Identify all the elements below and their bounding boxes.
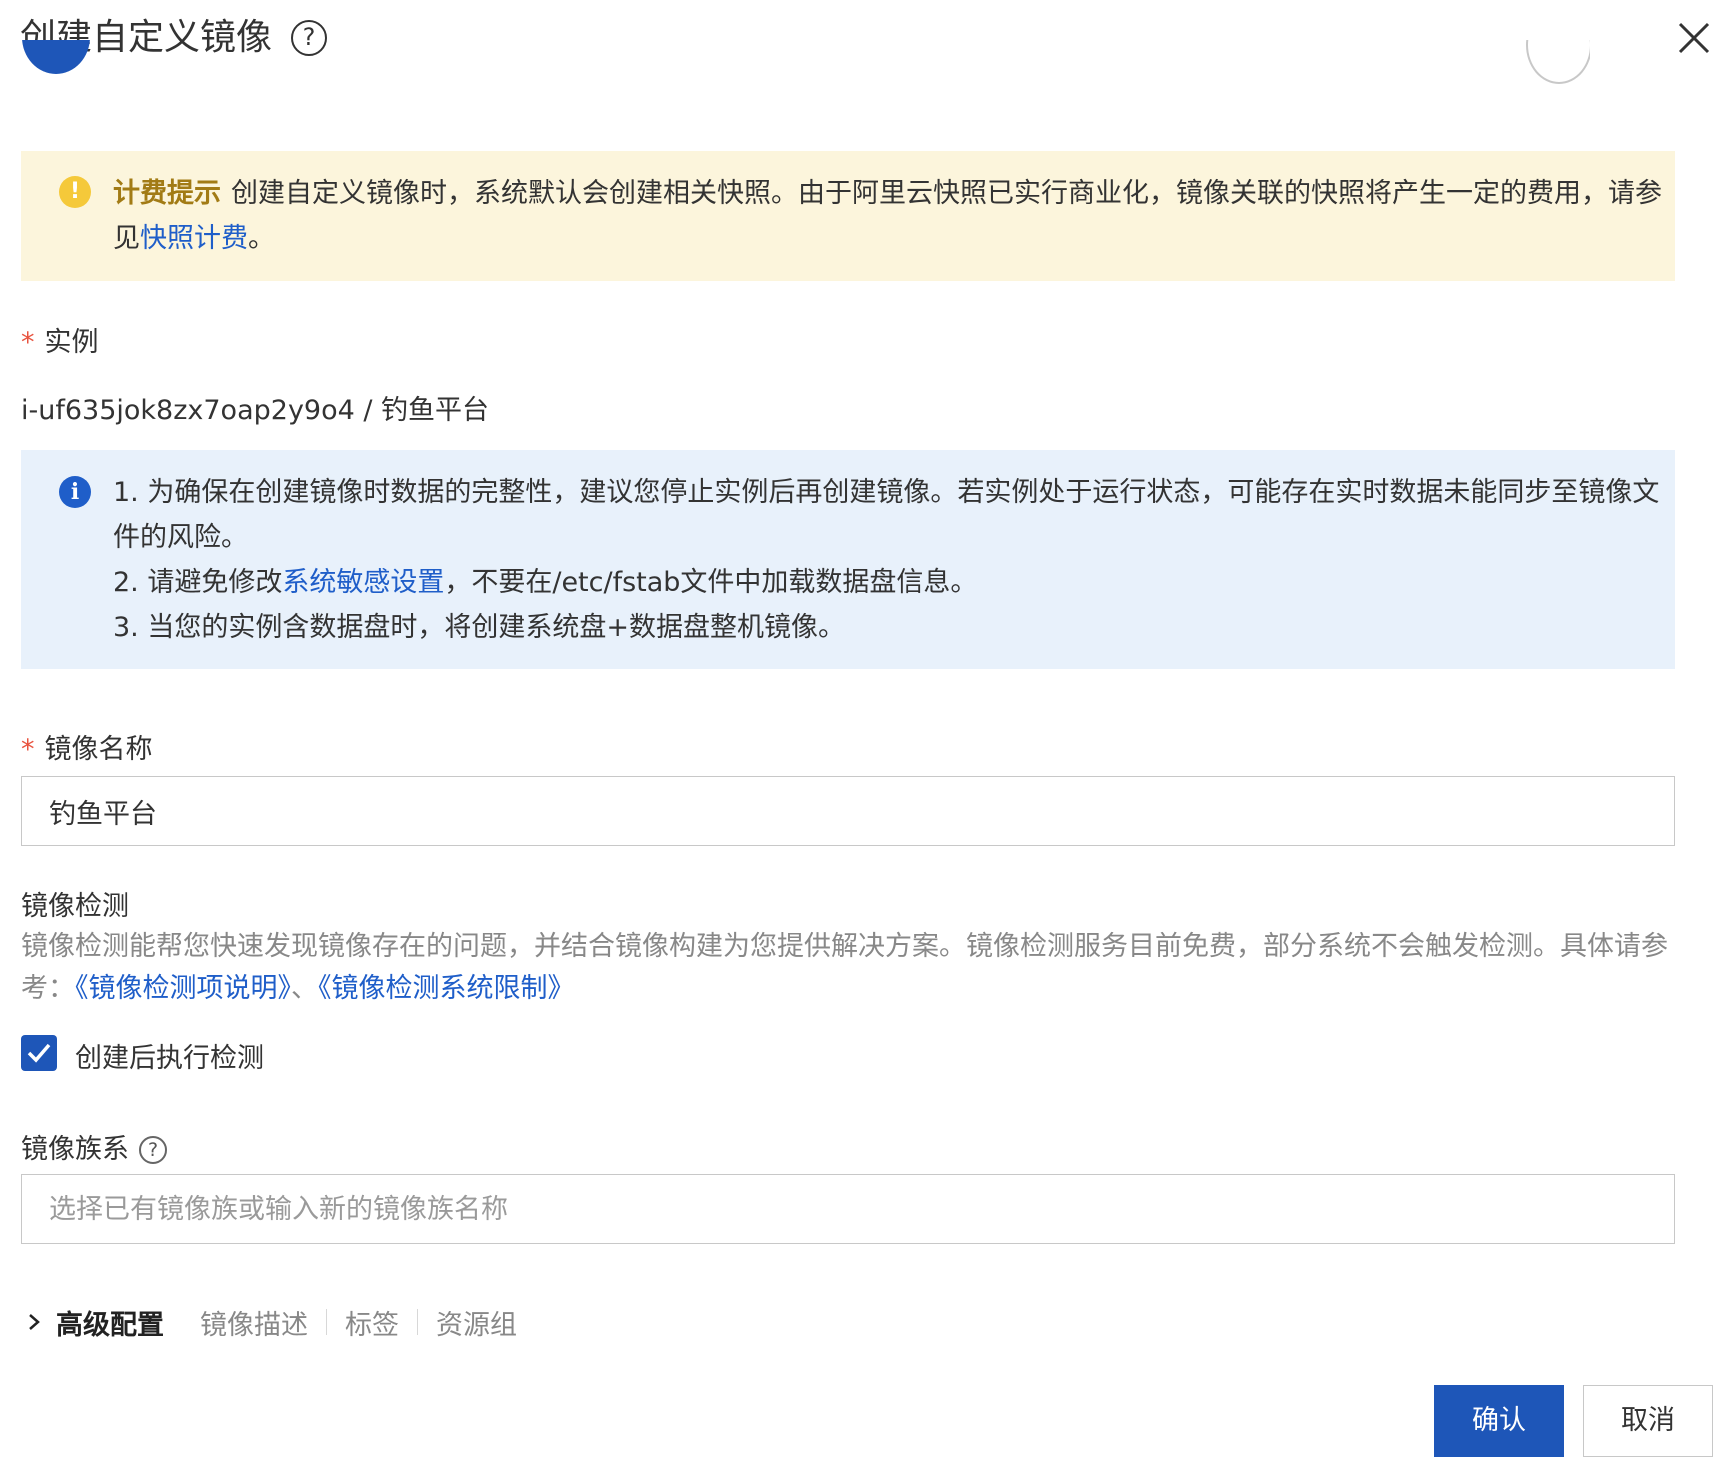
confirm-button[interactable]: 确认: [1434, 1385, 1564, 1457]
divider: [417, 1309, 418, 1335]
cancel-button[interactable]: 取消: [1583, 1385, 1713, 1457]
required-mark: *: [21, 327, 35, 358]
advanced-item-description: 镜像描述: [200, 1309, 308, 1341]
advanced-config-title: 高级配置: [56, 1309, 164, 1341]
instance-label: * 实例: [21, 320, 99, 359]
run-check-label[interactable]: 创建后执行检测: [75, 1036, 264, 1075]
instance-label-text: 实例: [44, 327, 99, 358]
dialog-header: 创建自定义镜像 ?: [0, 0, 1728, 80]
run-check-checkbox[interactable]: [21, 1035, 57, 1071]
advanced-config-toggle[interactable]: 高级配置 镜像描述 标签 资源组: [24, 1300, 517, 1344]
billing-body: 创建自定义镜像时，系统默认会创建相关快照。由于阿里云快照已实行商业化，镜像关联的…: [113, 178, 1662, 254]
image-family-label: 镜像族系?: [21, 1127, 167, 1166]
advanced-item-tags: 标签: [345, 1309, 399, 1341]
info-list: 1. 为确保在创建镜像时数据的完整性，建议您停止实例后再创建镜像。若实例处于运行…: [113, 470, 1663, 650]
image-name-label-text: 镜像名称: [44, 734, 153, 765]
advanced-item-resource-group: 资源组: [436, 1309, 517, 1341]
snapshot-billing-link[interactable]: 快照计费: [140, 223, 248, 254]
help-icon[interactable]: ?: [139, 1136, 167, 1164]
help-icon[interactable]: ?: [291, 20, 327, 56]
step-indicator-inactive: [1526, 40, 1590, 116]
info-notice: i 1. 为确保在创建镜像时数据的完整性，建议您停止实例后再创建镜像。若实例处于…: [21, 450, 1675, 669]
warning-icon: !: [59, 176, 91, 208]
image-family-label-text: 镜像族系: [21, 1134, 129, 1165]
image-family-input[interactable]: [21, 1174, 1675, 1244]
check-limits-link[interactable]: 《镜像检测系统限制》: [318, 973, 575, 1004]
info-item: 1. 为确保在创建镜像时数据的完整性，建议您停止实例后再创建镜像。若实例处于运行…: [113, 477, 1660, 553]
info-icon: i: [59, 476, 91, 508]
check-items-link[interactable]: 《镜像检测项说明》: [75, 973, 291, 1004]
link-separator: 、: [291, 973, 318, 1004]
info-item: 3. 当您的实例含数据盘时，将创建系统盘+数据盘整机镜像。: [113, 612, 845, 643]
step-indicator-active: [22, 40, 90, 114]
billing-text: 计费提示 创建自定义镜像时，系统默认会创建相关快照。由于阿里云快照已实行商业化，镜…: [113, 171, 1663, 261]
instance-value: i-uf635jok8zx7oap2y9o4 / 钓鱼平台: [21, 395, 490, 426]
info-item-suffix: ，不要在/etc/fstab文件中加载数据盘信息。: [444, 567, 978, 598]
info-item: 2. 请避免修改系统敏感设置，不要在/etc/fstab文件中加载数据盘信息。: [113, 560, 1663, 605]
billing-suffix: 。: [248, 223, 275, 254]
divider: [326, 1309, 327, 1335]
chevron-right-icon: [29, 1314, 40, 1330]
required-mark: *: [21, 734, 35, 765]
system-sensitive-settings-link[interactable]: 系统敏感设置: [282, 567, 444, 598]
image-name-label: * 镜像名称: [21, 727, 153, 766]
checkmark-icon: [27, 1043, 51, 1063]
info-item-prefix: 2. 请避免修改: [113, 567, 283, 598]
close-icon[interactable]: [1676, 20, 1712, 56]
image-check-label: 镜像检测: [21, 891, 129, 922]
billing-notice: ! 计费提示 创建自定义镜像时，系统默认会创建相关快照。由于阿里云快照已实行商业化…: [21, 151, 1675, 281]
billing-title: 计费提示: [113, 178, 221, 209]
image-name-input[interactable]: [21, 776, 1675, 846]
image-check-description: 镜像检测能帮您快速发现镜像存在的问题，并结合镜像构建为您提供解决方案。镜像检测服…: [21, 926, 1681, 1010]
